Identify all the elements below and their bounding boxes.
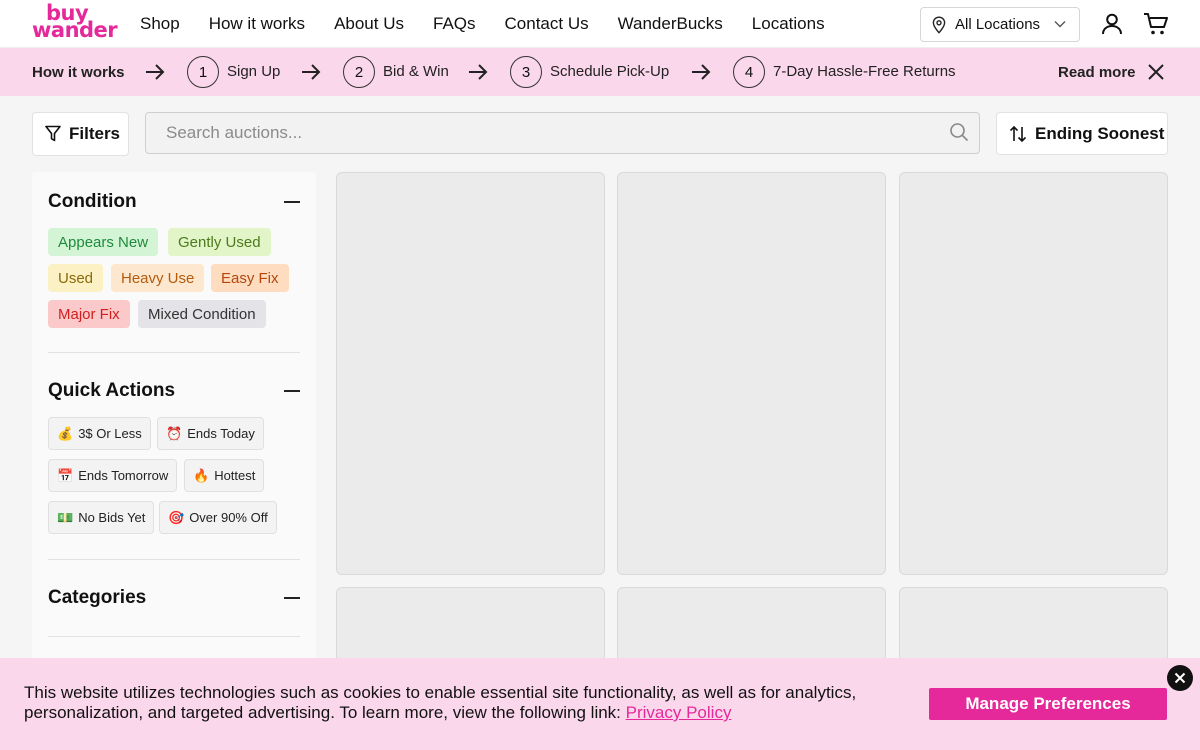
search-input[interactable] bbox=[146, 113, 926, 153]
quick-action-ends-today[interactable]: ⏰ Ends Today bbox=[157, 417, 264, 450]
sort-icon bbox=[1009, 125, 1027, 142]
cookie-close-button[interactable] bbox=[1167, 665, 1193, 691]
step-label: Sign Up bbox=[227, 63, 281, 80]
quick-action-hottest[interactable]: 🔥 Hottest bbox=[184, 459, 265, 492]
condition-chip[interactable]: Heavy Use bbox=[111, 264, 205, 292]
step-number: 4 bbox=[733, 56, 765, 88]
main-nav: Shop How it works About Us FAQs Contact … bbox=[140, 0, 854, 48]
step-number: 3 bbox=[510, 56, 542, 88]
search-box bbox=[145, 112, 980, 154]
how-it-works-banner: How it works 1 Sign Up 2 Bid & Win 3 Sch… bbox=[0, 48, 1200, 96]
quick-action-label: Over 90% Off bbox=[189, 510, 268, 525]
quick-action-over-90-off[interactable]: 🎯 Over 90% Off bbox=[159, 501, 277, 534]
filters-button[interactable]: Filters bbox=[32, 112, 129, 156]
nav-shop[interactable]: Shop bbox=[140, 14, 180, 34]
dollar-bill-icon: 💵 bbox=[57, 509, 74, 525]
section-divider bbox=[48, 352, 300, 353]
condition-chip[interactable]: Mixed Condition bbox=[138, 300, 266, 328]
user-icon[interactable] bbox=[1100, 12, 1124, 36]
quick-action-label: Ends Today bbox=[187, 426, 255, 441]
step-number: 2 bbox=[343, 56, 375, 88]
condition-chip[interactable]: Easy Fix bbox=[211, 264, 289, 292]
nav-faqs[interactable]: FAQs bbox=[433, 14, 476, 34]
quick-action-no-bids-yet[interactable]: 💵 No Bids Yet bbox=[48, 501, 155, 534]
condition-chip[interactable]: Gently Used bbox=[168, 228, 271, 256]
quick-action-label: 3$ Or Less bbox=[78, 426, 142, 441]
banner-title: How it works bbox=[32, 64, 125, 81]
step-number: 1 bbox=[187, 56, 219, 88]
condition-chip[interactable]: Used bbox=[48, 264, 104, 292]
location-select[interactable]: All Locations bbox=[920, 7, 1080, 42]
search-icon[interactable] bbox=[949, 122, 969, 142]
close-icon[interactable] bbox=[1147, 63, 1165, 81]
sort-button-label: Ending Soonest bbox=[1035, 123, 1165, 143]
auction-card-placeholder[interactable] bbox=[899, 172, 1168, 575]
step-label: Schedule Pick-Up bbox=[550, 63, 670, 80]
chevron-down-icon bbox=[1054, 21, 1066, 28]
quick-action-3-or-less[interactable]: 💰 3$ Or Less bbox=[48, 417, 151, 450]
money-bag-icon: 💰 bbox=[57, 425, 74, 441]
close-icon bbox=[1174, 672, 1186, 684]
location-select-label: All Locations bbox=[955, 16, 1041, 33]
calendar-icon: 📅 bbox=[57, 467, 74, 483]
quick-action-ends-tomorrow[interactable]: 📅 Ends Tomorrow bbox=[48, 459, 178, 492]
alarm-clock-icon: ⏰ bbox=[166, 425, 183, 441]
arrow-right-icon bbox=[302, 64, 321, 80]
read-more-link[interactable]: Read more bbox=[1058, 64, 1136, 81]
sort-button[interactable]: Ending Soonest bbox=[996, 112, 1168, 155]
step-label: 7-Day Hassle-Free Returns bbox=[773, 63, 956, 80]
section-divider bbox=[48, 559, 300, 560]
top-header: buy wander Shop How it works About Us FA… bbox=[0, 0, 1200, 48]
condition-chip[interactable]: Appears New bbox=[48, 228, 159, 256]
nav-about-us[interactable]: About Us bbox=[334, 14, 404, 34]
collapse-minus-icon[interactable] bbox=[284, 201, 300, 203]
location-pin-icon bbox=[932, 15, 946, 34]
section-divider bbox=[48, 636, 300, 637]
condition-heading: Condition bbox=[48, 191, 137, 212]
target-icon: 🎯 bbox=[168, 509, 185, 525]
manage-preferences-button[interactable]: Manage Preferences bbox=[929, 688, 1167, 720]
privacy-policy-link[interactable]: Privacy Policy bbox=[626, 703, 732, 722]
auction-card-placeholder[interactable] bbox=[617, 172, 886, 575]
fire-icon: 🔥 bbox=[193, 467, 210, 483]
nav-locations[interactable]: Locations bbox=[752, 14, 825, 34]
cookie-message: This website utilizes technologies such … bbox=[24, 683, 904, 723]
collapse-minus-icon[interactable] bbox=[284, 390, 300, 392]
step-label: Bid & Win bbox=[383, 63, 449, 80]
quick-actions-heading: Quick Actions bbox=[48, 380, 176, 401]
arrow-right-icon bbox=[146, 64, 165, 80]
nav-how-it-works[interactable]: How it works bbox=[209, 14, 305, 34]
filters-button-label: Filters bbox=[69, 124, 121, 143]
arrow-right-icon bbox=[692, 64, 711, 80]
condition-chip[interactable]: Major Fix bbox=[48, 300, 130, 328]
nav-wanderbucks[interactable]: WanderBucks bbox=[618, 14, 723, 34]
cart-icon[interactable] bbox=[1143, 12, 1169, 36]
auction-card-placeholder[interactable] bbox=[336, 172, 605, 575]
collapse-minus-icon[interactable] bbox=[284, 597, 300, 599]
quick-action-label: Hottest bbox=[214, 468, 256, 483]
arrow-right-icon bbox=[469, 64, 488, 80]
quick-action-label: Ends Tomorrow bbox=[78, 468, 169, 483]
filter-icon bbox=[45, 125, 61, 142]
buywander-logo[interactable]: buy wander bbox=[32, 3, 118, 43]
quick-action-label: No Bids Yet bbox=[78, 510, 146, 525]
filter-sidebar: Condition Appears New Gently Used Used H… bbox=[32, 172, 316, 672]
categories-heading: Categories bbox=[48, 587, 147, 608]
nav-contact-us[interactable]: Contact Us bbox=[505, 14, 589, 34]
